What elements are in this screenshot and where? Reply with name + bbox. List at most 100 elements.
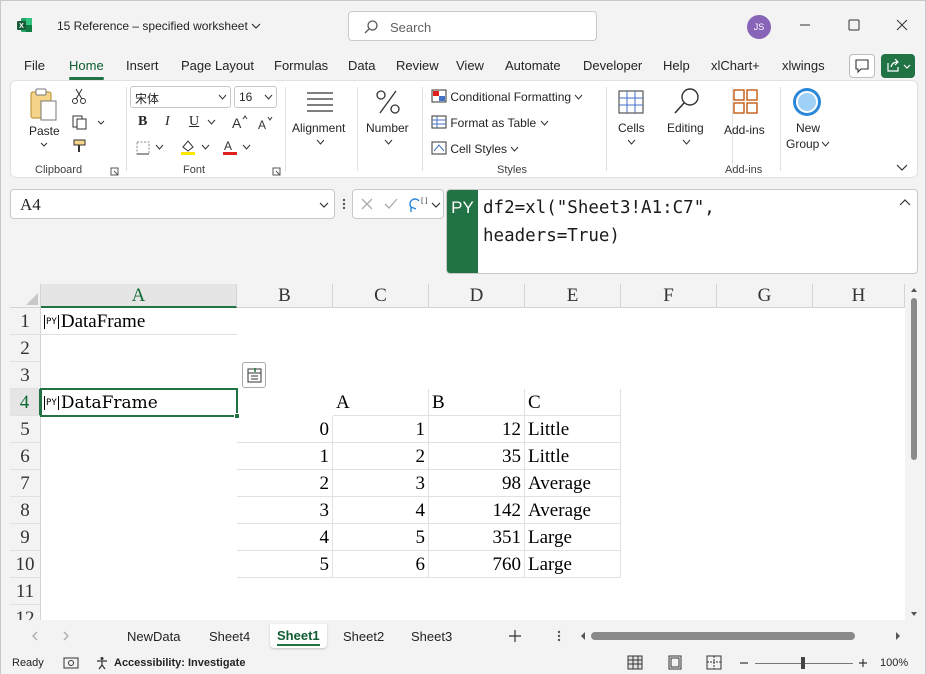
conditional-formatting-button[interactable]: Conditional Formatting [431, 89, 583, 104]
cell-e4[interactable]: C [525, 389, 621, 416]
copy-icon[interactable] [71, 114, 89, 130]
column-header-a[interactable]: A [41, 284, 237, 308]
editing-label[interactable]: Editing [667, 121, 704, 135]
tab-xlwings[interactable]: xlwings [782, 58, 825, 73]
fill-handle[interactable] [234, 413, 240, 419]
chevron-down-icon[interactable] [316, 139, 325, 146]
column-header-e[interactable]: E [525, 284, 621, 308]
formula-text[interactable]: df2=xl("Sheet3!A1:C7", headers=True) [483, 194, 715, 250]
increase-font-size-icon[interactable]: A [231, 114, 249, 130]
row-header-7[interactable]: 7 [10, 470, 41, 497]
comments-button[interactable] [849, 54, 875, 78]
decrease-font-size-icon[interactable]: A [257, 115, 275, 131]
font-color-icon[interactable]: A [221, 138, 239, 156]
row-header-10[interactable]: 10 [10, 551, 41, 578]
font-size-select[interactable]: 16 [234, 86, 277, 108]
collapse-ribbon-icon[interactable] [896, 163, 908, 172]
maximize-icon[interactable] [844, 15, 864, 35]
row-header-6[interactable]: 6 [10, 443, 41, 470]
page-layout-view-icon[interactable] [667, 655, 683, 670]
row-header-8[interactable]: 8 [10, 497, 41, 524]
chevron-down-icon[interactable] [431, 201, 441, 209]
chevron-down-icon[interactable] [682, 139, 691, 146]
accessibility-icon[interactable] [95, 656, 111, 670]
row-header-9[interactable]: 9 [10, 524, 41, 551]
cells-icon[interactable] [617, 87, 645, 117]
cell-c5[interactable]: 1 [333, 416, 429, 443]
close-icon[interactable] [892, 15, 912, 35]
cell-d9[interactable]: 351 [429, 524, 525, 551]
cell-e6[interactable]: Little [525, 443, 621, 470]
python-mode-tag[interactable]: PY [447, 190, 478, 273]
tab-developer[interactable]: Developer [583, 58, 642, 73]
cell-e7[interactable]: Average [525, 470, 621, 497]
chevron-down-icon[interactable] [39, 141, 49, 149]
share-button[interactable] [881, 54, 915, 78]
cell-b7[interactable]: 2 [237, 470, 333, 497]
add-ins-button-label[interactable]: Add-ins [724, 123, 765, 137]
macro-record-icon[interactable] [63, 656, 79, 670]
cell-e10[interactable]: Large [525, 551, 621, 578]
chevron-down-icon[interactable] [207, 119, 216, 126]
cell-c9[interactable]: 5 [333, 524, 429, 551]
cancel-icon[interactable] [360, 197, 374, 211]
column-header-d[interactable]: D [429, 284, 525, 308]
next-sheet-icon[interactable] [61, 630, 71, 642]
format-as-table-button[interactable]: Format as Table [431, 115, 549, 130]
sheet-tab-sheet4[interactable]: Sheet4 [209, 629, 250, 644]
insert-data-button[interactable] [242, 362, 266, 388]
zoom-out-icon[interactable] [738, 657, 750, 669]
name-box[interactable]: A4 [10, 189, 335, 219]
horizontal-scroll-thumb[interactable] [591, 632, 855, 640]
cell-b5[interactable]: 0 [237, 416, 333, 443]
zoom-level[interactable]: 100% [880, 657, 908, 669]
paste-label[interactable]: Paste [29, 124, 60, 138]
collapse-formula-bar-icon[interactable] [899, 199, 911, 207]
cut-icon[interactable] [71, 87, 87, 105]
chevron-down-icon[interactable] [155, 144, 164, 151]
column-header-h[interactable]: H [813, 284, 905, 308]
row-header-2[interactable]: 2 [10, 335, 41, 362]
accessibility-status[interactable]: Accessibility: Investigate [114, 657, 245, 669]
tab-help[interactable]: Help [663, 58, 690, 73]
tab-data[interactable]: Data [348, 58, 375, 73]
search-box[interactable]: Search [348, 11, 597, 41]
cell-e9[interactable]: Large [525, 524, 621, 551]
font-name-select[interactable]: 宋体 [130, 86, 231, 108]
normal-view-icon[interactable] [627, 655, 643, 670]
cell-d6[interactable]: 35 [429, 443, 525, 470]
scroll-up-icon[interactable] [910, 286, 918, 294]
bold-button[interactable]: B [138, 114, 147, 130]
borders-icon[interactable] [135, 140, 151, 156]
dialog-launcher-icon[interactable] [110, 167, 119, 176]
cell-e5[interactable]: Little [525, 416, 621, 443]
cell-e8[interactable]: Average [525, 497, 621, 524]
cell-a1[interactable]: PY DataFrame [41, 308, 237, 335]
column-header-g[interactable]: G [717, 284, 813, 308]
cell-c7[interactable]: 3 [333, 470, 429, 497]
sheet-tab-sheet2[interactable]: Sheet2 [343, 629, 384, 644]
chevron-down-icon[interactable] [242, 144, 251, 151]
tab-insert[interactable]: Insert [126, 58, 159, 73]
chevron-down-icon[interactable] [96, 119, 106, 127]
cell-c8[interactable]: 4 [333, 497, 429, 524]
chevron-down-icon[interactable] [201, 144, 210, 151]
zoom-slider-handle[interactable] [801, 657, 805, 669]
vertical-scroll-thumb[interactable] [911, 298, 917, 460]
chevron-down-icon[interactable] [821, 141, 830, 148]
add-sheet-icon[interactable] [508, 629, 522, 643]
sheet-tab-sheet3[interactable]: Sheet3 [411, 629, 452, 644]
select-all-corner[interactable] [10, 284, 41, 308]
cell-styles-button[interactable]: Cell Styles [431, 141, 519, 156]
row-header-11[interactable]: 11 [10, 578, 41, 605]
tab-review[interactable]: Review [396, 58, 439, 73]
more-options-icon[interactable] [556, 629, 562, 643]
sheet-tab-newdata[interactable]: NewData [127, 629, 180, 644]
column-header-f[interactable]: F [621, 284, 717, 308]
format-painter-icon[interactable] [71, 138, 89, 154]
cell-d8[interactable]: 142 [429, 497, 525, 524]
italic-button[interactable]: I [165, 114, 170, 130]
cell-c4[interactable]: A [333, 389, 429, 416]
tab-page-layout[interactable]: Page Layout [181, 58, 254, 73]
row-header-3[interactable]: 3 [10, 362, 41, 389]
